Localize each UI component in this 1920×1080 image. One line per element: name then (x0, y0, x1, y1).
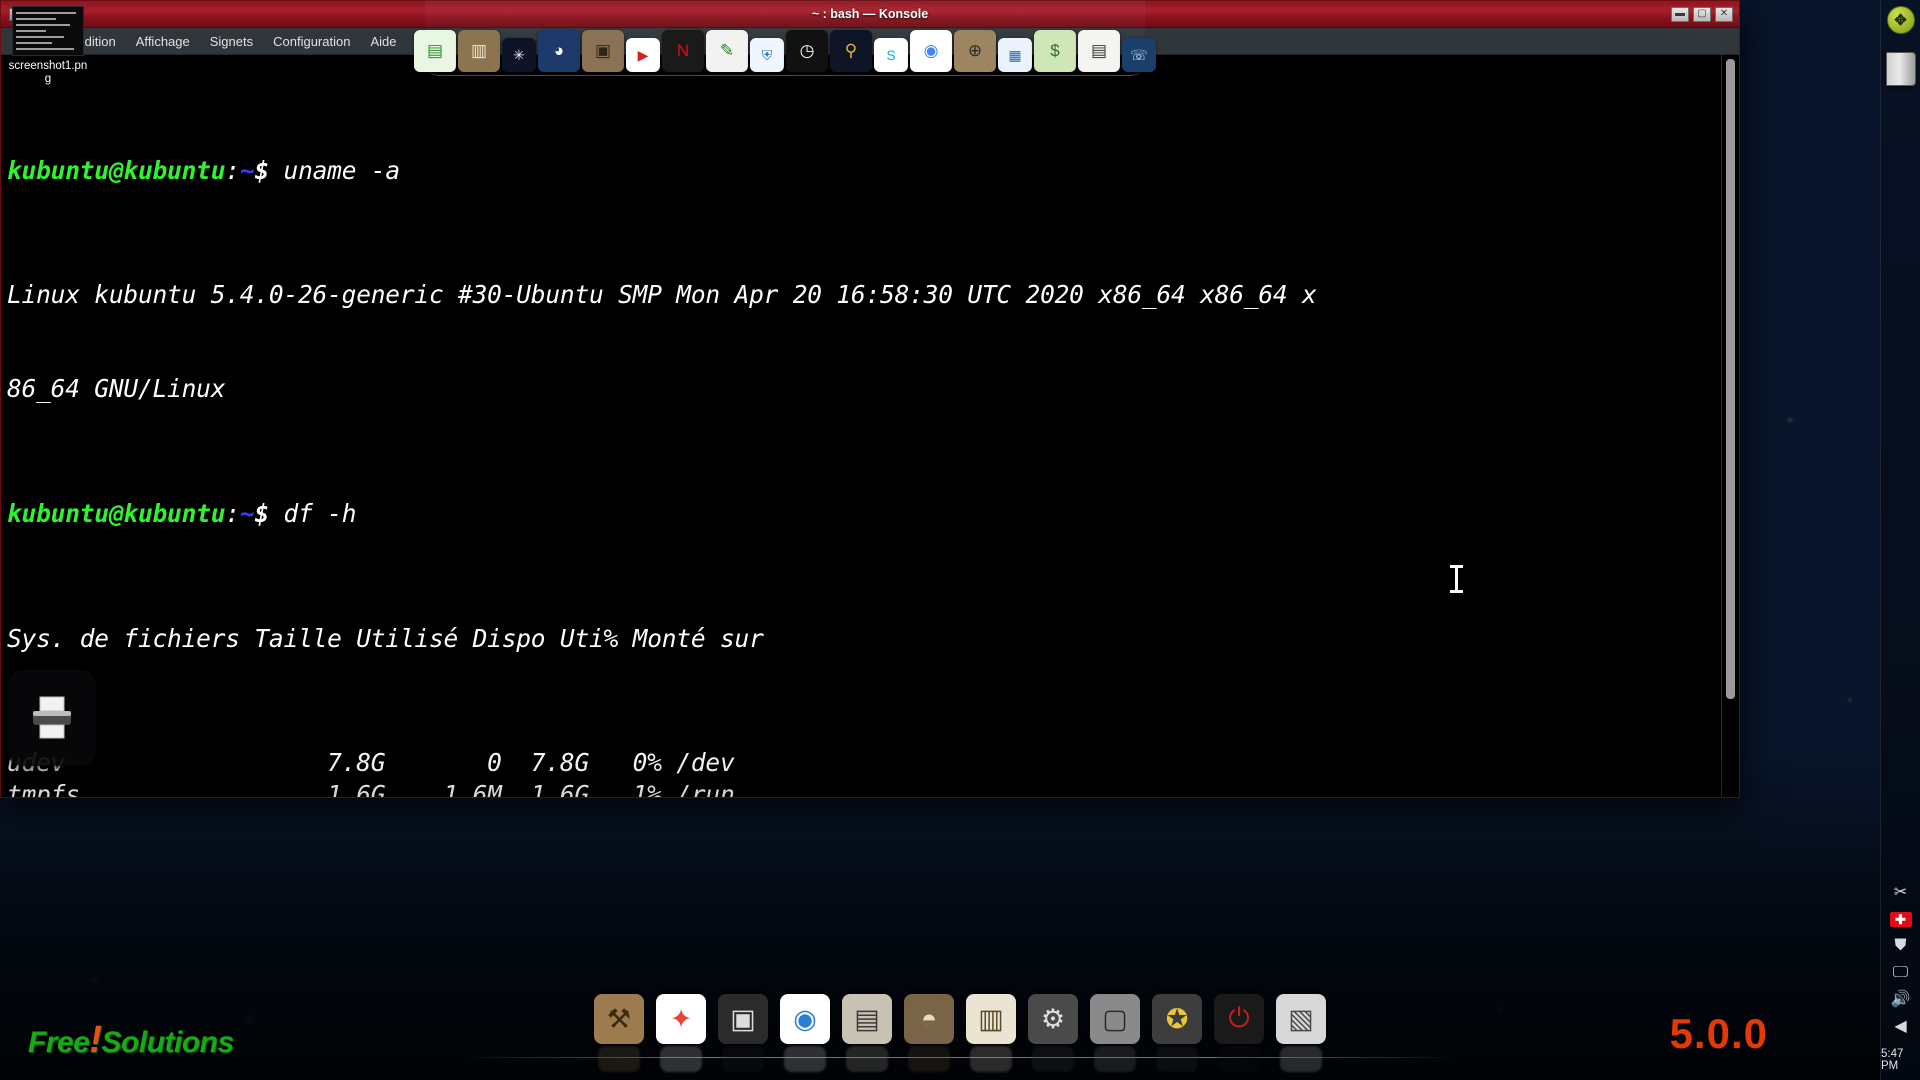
konsole-window[interactable]: ~ : bash — Konsole ▬▢✕ FichierÉditionAff… (0, 0, 1740, 798)
dock-icon-settings-wrench[interactable]: ⚙ (1028, 994, 1078, 1044)
minimize-button[interactable]: ▬ (1671, 6, 1689, 22)
mouse-text-cursor (1450, 565, 1463, 593)
terminal-output[interactable]: kubuntu@kubuntu:~$ uname -a Linux kubunt… (1, 55, 1721, 797)
prompt-user-host: kubuntu@kubuntu (7, 498, 226, 528)
move-handle-icon[interactable]: ✥ (1886, 6, 1915, 34)
maximize-button[interactable]: ▢ (1693, 6, 1711, 22)
brand-text-2: Solutions (101, 1026, 235, 1059)
dock-icon-lamp[interactable]: ⚲ (830, 30, 872, 72)
dock-icon-social-media[interactable]: ◕ (538, 30, 580, 72)
terminal-command-1: uname -a (283, 155, 401, 185)
dock-icon-google-photos[interactable]: ✦ (656, 994, 706, 1044)
prompt-path: ~ (239, 498, 255, 528)
menu-item-affichage[interactable]: Affichage (126, 30, 200, 53)
dock-icon-notebook[interactable]: ▥ (966, 994, 1016, 1044)
menu-item-signets[interactable]: Signets (200, 30, 263, 53)
terminal-thumbnail-icon (12, 6, 84, 56)
dock-icon-youtube[interactable]: ▶ (626, 38, 660, 72)
dock-icon-google-maps[interactable]: ◉ (910, 30, 952, 72)
dock-icon-spider-web[interactable]: ✳ (502, 38, 536, 72)
desktop-icon-label: screenshot1.png (8, 60, 88, 85)
prompt-dollar: $ (254, 498, 269, 528)
dock-icon-spreadsheet[interactable]: ▤ (414, 30, 456, 72)
dock-icon-skype[interactable]: S (874, 38, 908, 72)
dock-icon-power-shutdown[interactable]: ⏻ (1214, 994, 1264, 1044)
top-dock[interactable]: ▤ ▥ ✳ ◕ ▣ ▶ N ✎ ⛨ ◷ ⚲ S ◉ ⊕ ▦ $ ▤ ☏ (414, 0, 1156, 76)
dock-icon-file-drawer[interactable]: ▥ (458, 30, 500, 72)
close-button[interactable]: ✕ (1715, 6, 1733, 22)
df-rows: udev 7.8G 0 7.8G 0% /dev tmpfs 1.6G 1.6M … (7, 747, 1721, 797)
prompt-dollar: $ (254, 155, 269, 185)
bottom-dock[interactable]: ⚒ ✦ ▣ ◉ ▤ ◓ ▥ ⚙ ▢ ✪ ⏻ ▧ (370, 984, 1550, 1080)
brand-bang: ! (89, 1019, 102, 1061)
ksnip-scissors-icon[interactable]: ✂ (1894, 885, 1907, 901)
dock-icon-game-controller[interactable]: ⊕ (954, 30, 996, 72)
dock-icon-netflix[interactable]: N (662, 30, 704, 72)
dock-icon-calculator[interactable]: ▦ (998, 38, 1032, 72)
desktop-icon-screenshot[interactable]: screenshot1.png (6, 6, 90, 86)
version-label: 5.0.0 (1669, 1010, 1768, 1057)
dock-icon-money[interactable]: $ (1034, 30, 1076, 72)
terminal-command-2: df -h (283, 498, 357, 528)
terminal-output-1-line-1: Linux kubuntu 5.4.0-26-generic #30-Ubunt… (7, 280, 1317, 310)
prompt-colon: : (225, 498, 240, 528)
terminal-area[interactable]: kubuntu@kubuntu:~$ uname -a Linux kubunt… (1, 55, 1739, 797)
dock-icon-telephone[interactable]: ☏ (1122, 38, 1156, 72)
terminal-line-prompt-2: kubuntu@kubuntu:~$ df -h (7, 498, 1721, 529)
dock-icon-potato-sack[interactable]: ◓ (904, 994, 954, 1044)
volume-icon[interactable]: 🔊 (1891, 992, 1911, 1008)
terminal-output-1-line-2: 86_64 GNU/Linux (7, 374, 226, 404)
keyboard-layout-swiss-icon[interactable]: ✚ (1889, 912, 1912, 927)
right-system-panel: ✥ ✂ ✚ ⛊ 🖵 🔊 ◀ 5:47 PM (1880, 0, 1920, 1080)
brand-logo: Free!Solutions (28, 1019, 234, 1062)
book-widget-icon[interactable] (1885, 52, 1916, 86)
dock-icon-news[interactable]: ▤ (1078, 30, 1120, 72)
dock-icon-clock[interactable]: ◷ (786, 30, 828, 72)
display-monitor-icon[interactable]: 🖵 (1893, 965, 1908, 981)
dock-icon-archive-box[interactable]: ▢ (1090, 994, 1140, 1044)
dock-icon-shield[interactable]: ⛨ (750, 38, 784, 72)
usb-device-icon[interactable]: ⛊ (1894, 938, 1906, 954)
df-header-row: Sys. de fichiers Taille Utilisé Dispo Ut… (7, 623, 764, 653)
window-buttons: ▬ ▢ ✕ (1671, 6, 1733, 22)
df-row: tmpfs 1.6G 1.6M 1.6G 1% /run (7, 779, 735, 797)
dock-icon-robot-box[interactable]: ▣ (582, 30, 624, 72)
show-hidden-icons-arrow[interactable]: ◀ (1894, 1019, 1906, 1035)
printer-icon (33, 696, 71, 739)
terminal-scrollbar-thumb[interactable] (1726, 59, 1735, 699)
dock-icon-toolbox[interactable]: ⚒ (594, 994, 644, 1044)
terminal-line-prompt-1: kubuntu@kubuntu:~$ uname -a (7, 155, 1721, 186)
prompt-colon: : (225, 155, 240, 185)
dock-icon-media-player[interactable]: ◉ (780, 994, 830, 1044)
dock-icon-chat[interactable]: ✎ (706, 30, 748, 72)
prompt-path: ~ (239, 155, 255, 185)
printer-widget[interactable] (8, 670, 96, 766)
dock-icon-webcam-box[interactable]: ▤ (842, 994, 892, 1044)
dock-icon-system-tools[interactable]: ✪ (1152, 994, 1202, 1044)
system-tray: ✂ ✚ ⛊ 🖵 🔊 ◀ 5:47 PM (1881, 885, 1920, 1072)
menu-item-configuration[interactable]: Configuration (263, 30, 360, 53)
df-row: udev 7.8G 0 7.8G 0% /dev (7, 748, 735, 778)
prompt-user-host: kubuntu@kubuntu (7, 155, 226, 185)
menu-item-aide[interactable]: Aide (360, 30, 406, 53)
brand-text-1: Free (28, 1026, 90, 1059)
terminal-scrollbar[interactable] (1721, 55, 1739, 797)
desktop: screenshot1.png ▤ ▥ ✳ ◕ ▣ ▶ N ✎ ⛨ ◷ ⚲ S ◉ ⊕ ▦ $ ▤ ☏ ⚒ ✦ ▣ ◉ ▤… (0, 0, 1920, 1080)
tray-clock[interactable]: 5:47 PM (1881, 1048, 1920, 1072)
dock-icon-camera[interactable]: ▣ (718, 994, 768, 1044)
dock-icon-install-blocks[interactable]: ▧ (1276, 994, 1326, 1044)
